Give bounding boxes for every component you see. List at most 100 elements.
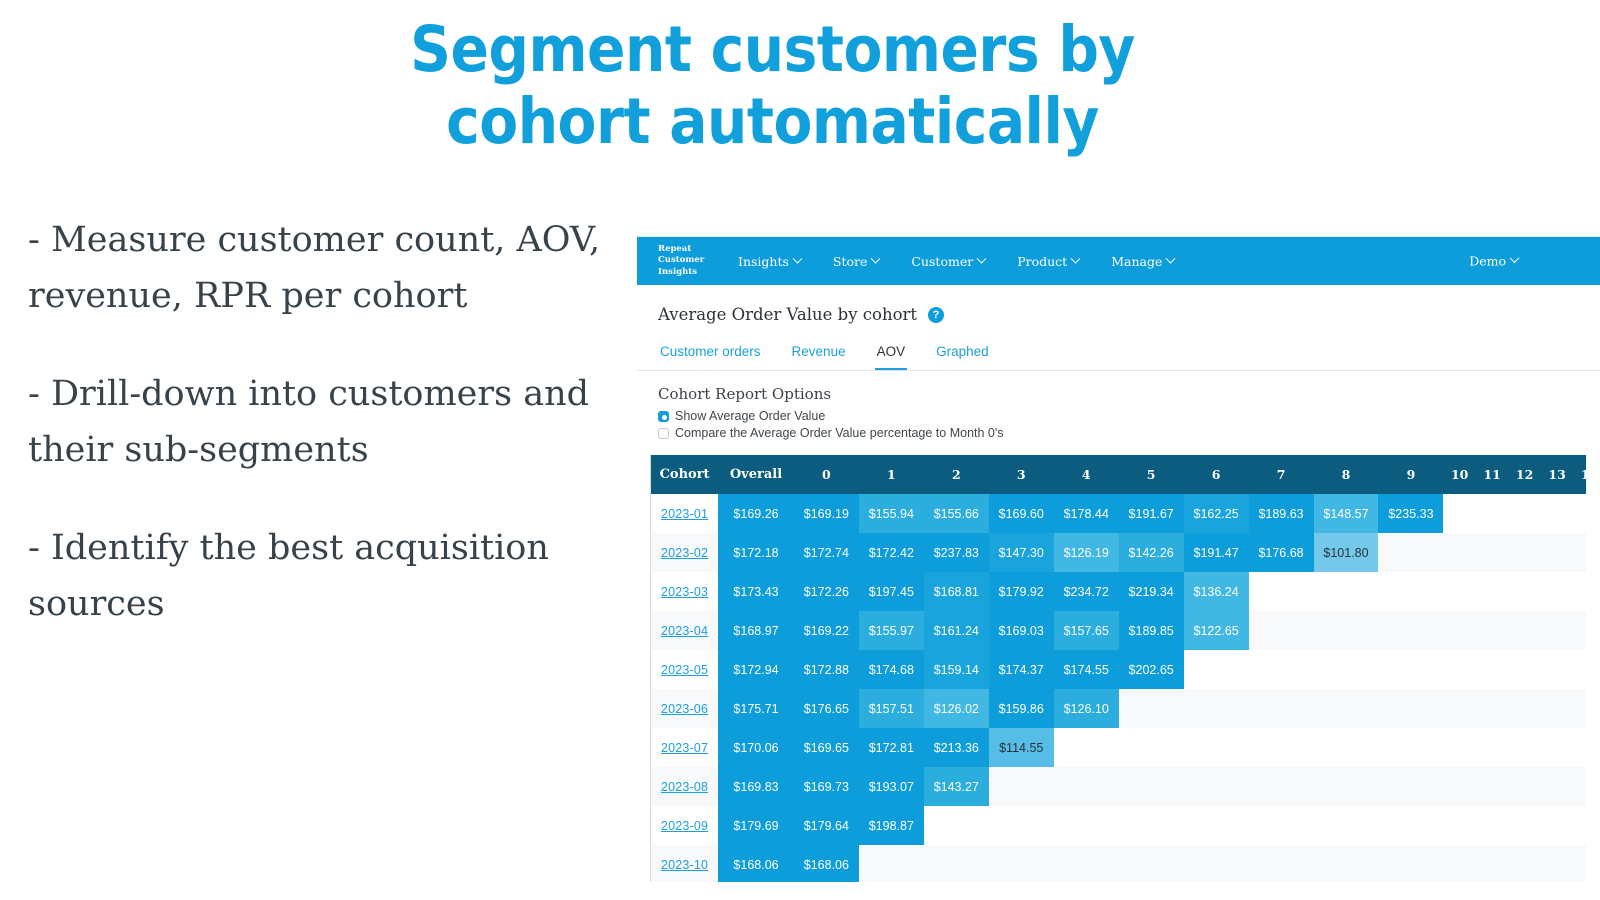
chevron-down-icon [870, 253, 881, 264]
value-cell: $126.10 [1053, 689, 1119, 728]
column-header-2[interactable]: 2 [923, 455, 989, 494]
nav-item-store[interactable]: Store [832, 253, 881, 269]
value-cell: $159.14 [923, 650, 989, 689]
value-cell: $213.36 [923, 728, 989, 767]
value-cell: $172.88 [793, 650, 859, 689]
cohort-link[interactable]: 2023-09 [661, 819, 708, 833]
column-header-0[interactable]: 0 [793, 455, 859, 494]
column-header-14[interactable]: 14 [1573, 455, 1586, 494]
tab-graphed[interactable]: Graphed [934, 340, 991, 370]
empty-cell [1573, 611, 1586, 650]
column-header-12[interactable]: 12 [1508, 455, 1541, 494]
tab-aov[interactable]: AOV [874, 340, 908, 370]
empty-cell [1053, 845, 1119, 882]
list-item: - Identify the best acquisition sources [28, 528, 549, 624]
table-row: 2023-05 $172.94 $172.88 $174.68 $159.14 $174.… [651, 650, 1586, 689]
nav-item-customer[interactable]: Customer [911, 253, 987, 269]
account-menu-label: Demo [1469, 253, 1506, 269]
column-header-11[interactable]: 11 [1475, 455, 1509, 494]
column-header-13[interactable]: 13 [1540, 455, 1574, 494]
empty-cell [1443, 806, 1476, 845]
value-cell: $155.94 [858, 494, 924, 533]
value-cell: $234.72 [1053, 572, 1119, 611]
cohort-link[interactable]: 2023-07 [661, 741, 708, 755]
column-header-7[interactable]: 7 [1248, 455, 1314, 494]
value-cell: $168.06 [718, 845, 794, 882]
empty-cell [1573, 767, 1586, 806]
column-header-8[interactable]: 8 [1313, 455, 1379, 494]
empty-cell [1508, 806, 1541, 845]
nav-item-manage[interactable]: Manage [1111, 253, 1176, 269]
option-show-aov[interactable]: Show Average Order Value [658, 409, 1600, 423]
nav-item-product[interactable]: Product [1017, 253, 1081, 269]
empty-cell [1378, 533, 1444, 572]
column-header-9[interactable]: 9 [1378, 455, 1444, 494]
account-menu-trigger[interactable]: Demo [1469, 253, 1520, 269]
column-header-6[interactable]: 6 [1183, 455, 1249, 494]
empty-cell [1508, 650, 1541, 689]
cohort-link[interactable]: 2023-08 [661, 780, 708, 794]
chevron-down-icon [976, 253, 987, 264]
radio-selected-icon[interactable] [658, 410, 669, 422]
table-header-row: CohortOverall012345678910111213141516 [651, 455, 1586, 494]
value-cell: $101.80 [1313, 533, 1379, 572]
value-cell: $189.85 [1118, 611, 1184, 650]
column-header-cohort[interactable]: Cohort [651, 455, 719, 494]
empty-cell [1540, 533, 1574, 572]
cohort-link[interactable]: 2023-06 [661, 702, 708, 716]
cohort-link[interactable]: 2023-02 [661, 546, 708, 560]
nav-item-label: Store [832, 253, 868, 269]
empty-cell [1508, 611, 1541, 650]
column-header-overall[interactable]: Overall [718, 455, 794, 494]
nav-item-insights[interactable]: Insights [738, 253, 803, 269]
empty-cell [1540, 806, 1574, 845]
empty-cell [988, 845, 1054, 882]
cohort-link[interactable]: 2023-03 [661, 585, 708, 599]
question-mark-icon[interactable]: ? [928, 306, 945, 323]
empty-cell [1443, 533, 1476, 572]
empty-cell [1443, 650, 1476, 689]
brand-logo[interactable]: Repeat Customer Insights [658, 244, 716, 278]
column-header-10[interactable]: 10 [1443, 455, 1476, 494]
empty-cell [1313, 845, 1379, 882]
value-cell: $169.22 [793, 611, 859, 650]
cohort-cell: 2023-08 [651, 767, 719, 806]
empty-cell [1248, 611, 1314, 650]
tab-revenue[interactable]: Revenue [790, 340, 848, 370]
empty-cell [1378, 767, 1444, 806]
account-menu[interactable]: Demo [1469, 253, 1520, 269]
cohort-link[interactable]: 2023-01 [661, 507, 708, 521]
value-cell: $169.73 [793, 767, 859, 806]
column-header-4[interactable]: 4 [1053, 455, 1119, 494]
empty-cell [1248, 689, 1314, 728]
empty-cell [1313, 806, 1379, 845]
option-compare-aov-percentage[interactable]: Compare the Average Order Value percenta… [658, 426, 1600, 440]
chevron-down-icon [1509, 253, 1520, 264]
cohort-link[interactable]: 2023-05 [661, 663, 708, 677]
empty-cell [1475, 767, 1509, 806]
column-header-1[interactable]: 1 [858, 455, 924, 494]
cohort-link[interactable]: 2023-10 [661, 858, 708, 872]
radio-unselected-icon[interactable] [658, 427, 669, 439]
value-cell: $202.65 [1118, 650, 1184, 689]
empty-cell [1313, 689, 1379, 728]
empty-cell [1183, 845, 1249, 882]
empty-cell [1508, 845, 1541, 882]
value-cell: $175.71 [718, 689, 794, 728]
empty-cell [1540, 767, 1574, 806]
cohort-table-scroll-area[interactable]: CohortOverall012345678910111213141516 20… [650, 455, 1586, 882]
empty-cell [1248, 806, 1314, 845]
top-navbar: Repeat Customer Insights Insights Store … [637, 237, 1600, 285]
value-cell: $169.26 [718, 494, 794, 533]
column-header-3[interactable]: 3 [988, 455, 1054, 494]
empty-cell [1540, 611, 1574, 650]
chevron-down-icon [1165, 253, 1176, 264]
value-cell: $157.65 [1053, 611, 1119, 650]
tab-customer-orders[interactable]: Customer orders [658, 340, 763, 370]
column-header-5[interactable]: 5 [1118, 455, 1184, 494]
cohort-table: CohortOverall012345678910111213141516 20… [651, 455, 1586, 882]
cohort-link[interactable]: 2023-04 [661, 624, 708, 638]
value-cell: $122.65 [1183, 611, 1249, 650]
empty-cell [1443, 611, 1476, 650]
empty-cell [1248, 728, 1314, 767]
